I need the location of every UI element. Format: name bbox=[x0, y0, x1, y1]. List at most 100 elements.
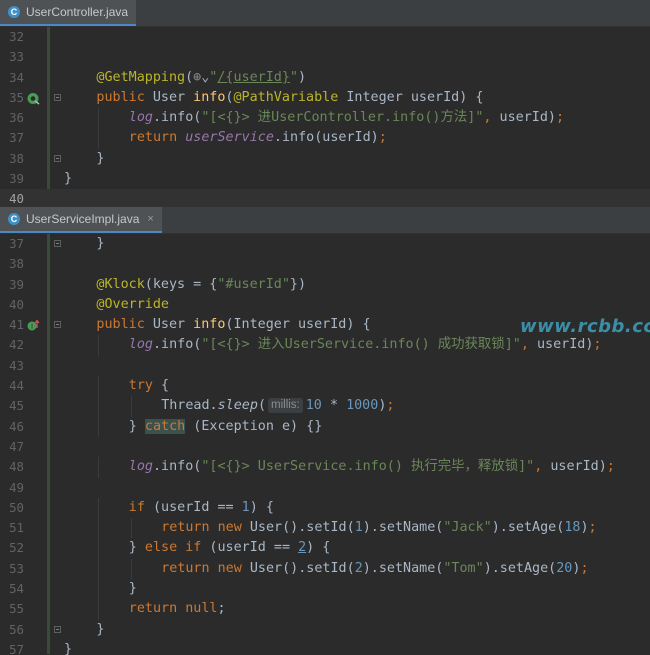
indent-guide bbox=[98, 396, 100, 417]
code-line[interactable]: 46} catch (Exception e) {} bbox=[0, 416, 650, 437]
code-line[interactable]: 37 return userService.info(userId); bbox=[0, 128, 650, 149]
code-token: /{userId} bbox=[217, 69, 290, 85]
code-token: }) bbox=[289, 276, 307, 292]
code-line[interactable]: 42 log.info("[<{}> 进入UserService.info() 成… bbox=[0, 335, 650, 356]
code-token: (Exception e) {} bbox=[185, 418, 323, 434]
fold-marker-icon[interactable] bbox=[54, 154, 61, 162]
code-token: } bbox=[64, 641, 73, 655]
indent-guide bbox=[98, 579, 100, 600]
line-number: 53 bbox=[9, 560, 24, 576]
code-token: ; bbox=[386, 398, 395, 414]
code-area[interactable]: 32 33 34 @GetMapping(⊕⌄"/{userId}") 35 public… bbox=[0, 27, 650, 207]
code-token: userId) bbox=[536, 337, 594, 353]
editor-pane-user-controller: C UserController.java 32 33 34 @GetMapping(… bbox=[0, 0, 650, 207]
code-line[interactable]: 35 public User info(@PathVariable Integer… bbox=[0, 88, 650, 108]
code-line[interactable]: 47 bbox=[0, 437, 650, 457]
tab-user-controller[interactable]: C UserController.java bbox=[0, 0, 137, 26]
vcs-change-marker bbox=[47, 27, 50, 189]
fold-marker-icon[interactable] bbox=[54, 93, 61, 101]
code-line[interactable]: 56} bbox=[0, 620, 650, 640]
code-token: User bbox=[152, 89, 194, 105]
line-number: 33 bbox=[9, 49, 24, 65]
code-line[interactable]: 38 bbox=[0, 254, 650, 274]
code-text: } bbox=[129, 579, 137, 599]
spring-bean-gutter-icon[interactable] bbox=[27, 92, 40, 105]
globe-icon: ⊕ bbox=[193, 69, 202, 85]
close-icon[interactable]: × bbox=[147, 213, 153, 225]
code-text: log.info("[<{}> UserService.info() 执行完毕，… bbox=[129, 457, 615, 477]
code-token: Thread. bbox=[161, 398, 218, 414]
code-token: ).setName( bbox=[362, 560, 444, 576]
code-line[interactable]: 39} bbox=[0, 169, 650, 189]
code-token: @PathVariable bbox=[233, 89, 347, 105]
vcs-change-marker bbox=[47, 234, 50, 654]
code-token: 10 bbox=[305, 398, 330, 414]
code-text: public User info(Integer userId) { bbox=[96, 315, 370, 335]
code-token: userId) bbox=[499, 110, 556, 126]
line-number: 37 bbox=[9, 236, 24, 251]
line-number: 51 bbox=[9, 520, 24, 536]
code-token: catch bbox=[144, 418, 186, 434]
code-line[interactable]: 40 bbox=[0, 189, 650, 207]
code-line[interactable]: 44 try { bbox=[0, 376, 650, 397]
code-token: ( bbox=[257, 398, 266, 414]
code-line[interactable]: 40 @Override bbox=[0, 295, 650, 315]
indent-guide bbox=[98, 108, 100, 129]
code-token: log bbox=[128, 459, 153, 475]
code-line[interactable]: 34 @GetMapping(⊕⌄"/{userId}") bbox=[0, 68, 650, 88]
line-number: 50 bbox=[9, 499, 24, 515]
code-line[interactable]: 53 return new User().setId(2).setName("To… bbox=[0, 558, 650, 580]
code-line[interactable]: 57} bbox=[0, 640, 650, 655]
code-text: try { bbox=[129, 376, 169, 396]
code-line[interactable]: 36 log.info("[<{}> 进UserController.info()… bbox=[0, 108, 650, 129]
code-token: log bbox=[128, 110, 153, 126]
code-line[interactable]: 38} bbox=[0, 149, 650, 169]
code-line[interactable]: 52} else if (userId == 2) { bbox=[0, 538, 650, 559]
tab-user-service-impl[interactable]: C UserServiceImpl.java × bbox=[0, 207, 162, 233]
line-number: 44 bbox=[9, 378, 24, 394]
line-number: 37 bbox=[9, 130, 24, 146]
code-line[interactable]: 43 bbox=[0, 356, 650, 376]
code-token: ; bbox=[588, 520, 597, 536]
line-number: 38 bbox=[9, 256, 24, 272]
code-line[interactable]: 50 if (userId == 1) { bbox=[0, 497, 650, 519]
code-token: , bbox=[520, 337, 537, 353]
code-token: } bbox=[96, 621, 105, 637]
code-line[interactable]: 32 bbox=[0, 27, 650, 47]
code-token: .info( bbox=[152, 337, 202, 353]
line-number: 40 bbox=[9, 296, 24, 312]
code-line[interactable]: 51 return new User().setId(1).setName("Ja… bbox=[0, 518, 650, 539]
code-line[interactable]: 39 @Klock(keys = {"#userId"}) bbox=[0, 275, 650, 295]
fold-marker-icon[interactable] bbox=[54, 625, 61, 633]
code-token: "#userId" bbox=[217, 276, 290, 292]
line-number: 54 bbox=[9, 581, 24, 597]
editor-tab-bar: C UserServiceImpl.java × bbox=[0, 207, 650, 234]
fold-marker-icon[interactable] bbox=[54, 240, 61, 247]
code-token: , bbox=[534, 459, 551, 475]
code-line[interactable]: 37} bbox=[0, 234, 650, 254]
code-token: (Integer userId) { bbox=[225, 317, 371, 333]
code-token: (keys = { bbox=[144, 276, 218, 292]
code-line[interactable]: 55 return null; bbox=[0, 599, 650, 620]
code-line[interactable]: 48 log.info("[<{}> UserService.info() 执行完… bbox=[0, 457, 650, 478]
indent-guide bbox=[130, 396, 132, 417]
override-gutter-icon[interactable]: I bbox=[27, 319, 40, 331]
code-text: } catch (Exception e) {} bbox=[129, 417, 323, 437]
code-token: return new bbox=[161, 560, 250, 576]
indent-guide bbox=[98, 376, 100, 397]
svg-text:I: I bbox=[31, 323, 33, 331]
code-line[interactable]: 49 bbox=[0, 478, 650, 498]
code-line[interactable]: 45 Thread.sleep(millis: 10 * 1000); bbox=[0, 396, 650, 417]
fold-marker-icon[interactable] bbox=[54, 321, 61, 329]
code-line[interactable]: 33 bbox=[0, 47, 650, 67]
code-token: Integer userId) { bbox=[346, 89, 484, 105]
line-number: 57 bbox=[9, 641, 24, 655]
code-text: log.info("[<{}> 进UserController.info()方法… bbox=[129, 108, 564, 128]
code-area[interactable]: 37} 38 39 @Klock(keys = {"#userId"}) 40 @Over… bbox=[0, 234, 650, 655]
code-text: @Klock(keys = {"#userId"}) bbox=[96, 275, 306, 295]
code-text: } bbox=[64, 169, 72, 189]
code-line[interactable]: 54} bbox=[0, 579, 650, 600]
code-token: "[<{}> UserService.info() 执行完毕，释放锁]" bbox=[201, 459, 535, 475]
code-token: ) bbox=[580, 520, 589, 536]
line-number: 40 bbox=[9, 191, 24, 207]
